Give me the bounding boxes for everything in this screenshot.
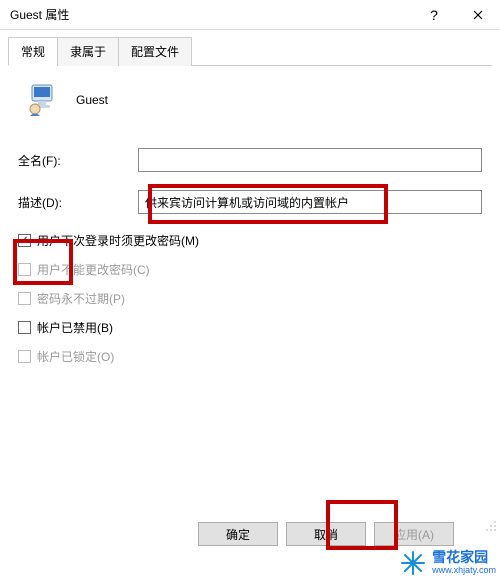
cancel-button[interactable]: 取消: [286, 522, 366, 546]
check-must-change[interactable]: 用户下次登录时须更改密码(M): [18, 232, 482, 249]
checkbox-icon: [18, 350, 31, 363]
user-name: Guest: [76, 93, 108, 107]
checkbox-icon: [18, 321, 31, 334]
description-label: 描述(D):: [18, 194, 138, 211]
titlebar-controls: ?: [412, 0, 500, 30]
watermark: 雪花家园 www.xhjaty.com: [400, 550, 496, 576]
check-cannot-change: 用户不能更改密码(C): [18, 261, 482, 278]
fullname-row: 全名(F):: [18, 148, 482, 172]
check-label: 帐户已禁用(B): [37, 319, 113, 336]
description-row: 描述(D):: [18, 190, 482, 214]
window-title: Guest 属性: [10, 6, 69, 23]
check-account-locked: 帐户已锁定(O): [18, 348, 482, 365]
dialog-buttons: 确定 取消 应用(A): [198, 522, 454, 546]
tab-content: Guest 全名(F): 描述(D): 用户下次登录时须更改密码(M) 用户不能…: [0, 66, 500, 365]
check-label: 用户下次登录时须更改密码(M): [37, 232, 199, 249]
checkbox-list: 用户下次登录时须更改密码(M) 用户不能更改密码(C) 密码永不过期(P) 帐户…: [18, 232, 482, 365]
resize-grip-icon: [485, 520, 497, 532]
user-header: Guest: [18, 82, 482, 118]
tab-general[interactable]: 常规: [8, 37, 58, 66]
checkbox-icon: [18, 234, 31, 247]
close-icon: [473, 10, 483, 20]
fullname-label: 全名(F):: [18, 152, 138, 169]
close-button[interactable]: [456, 0, 500, 30]
check-label: 用户不能更改密码(C): [37, 261, 150, 278]
help-button[interactable]: ?: [412, 0, 456, 30]
fullname-input[interactable]: [138, 148, 482, 172]
checkbox-icon: [18, 292, 31, 305]
check-account-disabled[interactable]: 帐户已禁用(B): [18, 319, 482, 336]
watermark-brand: 雪花家园: [432, 550, 496, 565]
watermark-url: www.xhjaty.com: [432, 566, 496, 576]
apply-button[interactable]: 应用(A): [374, 522, 454, 546]
check-never-expire: 密码永不过期(P): [18, 290, 482, 307]
title-bar: Guest 属性 ?: [0, 0, 500, 30]
tab-memberof[interactable]: 隶属于: [57, 37, 119, 66]
tab-profile[interactable]: 配置文件: [118, 37, 192, 66]
check-label: 密码永不过期(P): [37, 290, 125, 307]
check-label: 帐户已锁定(O): [37, 348, 114, 365]
snowflake-icon: [400, 550, 426, 576]
user-icon: [24, 82, 60, 118]
ok-button[interactable]: 确定: [198, 522, 278, 546]
checkbox-icon: [18, 263, 31, 276]
tab-strip: 常规 隶属于 配置文件: [8, 36, 492, 66]
description-input[interactable]: [138, 190, 482, 214]
